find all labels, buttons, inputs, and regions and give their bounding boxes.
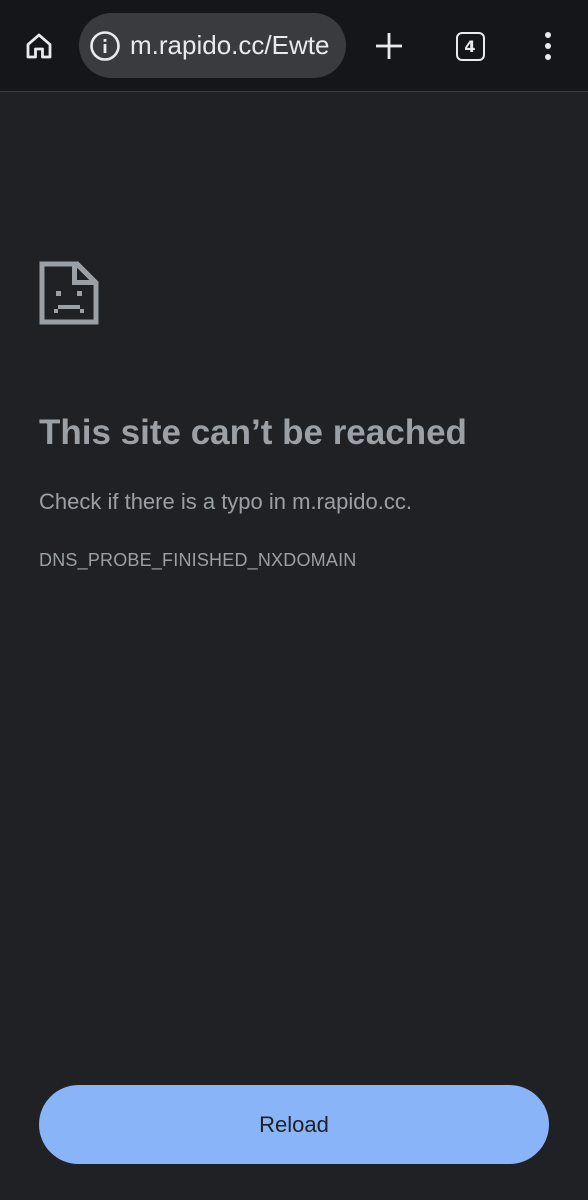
tab-count-icon: 4 [455, 31, 485, 61]
error-page: This site can’t be reached Check if ther… [0, 93, 588, 1200]
error-code: DNS_PROBE_FINISHED_NXDOMAIN [39, 550, 357, 570]
browser-toolbar: m.rapido.cc/Ewte 4 [0, 0, 588, 92]
menu-button[interactable] [524, 20, 572, 72]
reload-button[interactable]: Reload [39, 1085, 549, 1164]
new-tab-button[interactable] [364, 20, 414, 72]
url-text[interactable]: m.rapido.cc/Ewte [130, 30, 346, 61]
info-icon[interactable] [89, 30, 121, 62]
tab-switcher-button[interactable]: 4 [444, 20, 496, 72]
plus-icon [376, 33, 402, 59]
error-description: Check if there is a typo in m.rapido.cc. [39, 489, 412, 514]
sad-document-icon [39, 261, 99, 325]
more-vert-icon [545, 32, 551, 60]
tab-count: 4 [464, 36, 476, 56]
address-bar[interactable]: m.rapido.cc/Ewte [79, 13, 346, 78]
home-icon [26, 33, 52, 59]
home-button[interactable] [14, 20, 64, 72]
error-title: This site can’t be reached [39, 413, 467, 452]
